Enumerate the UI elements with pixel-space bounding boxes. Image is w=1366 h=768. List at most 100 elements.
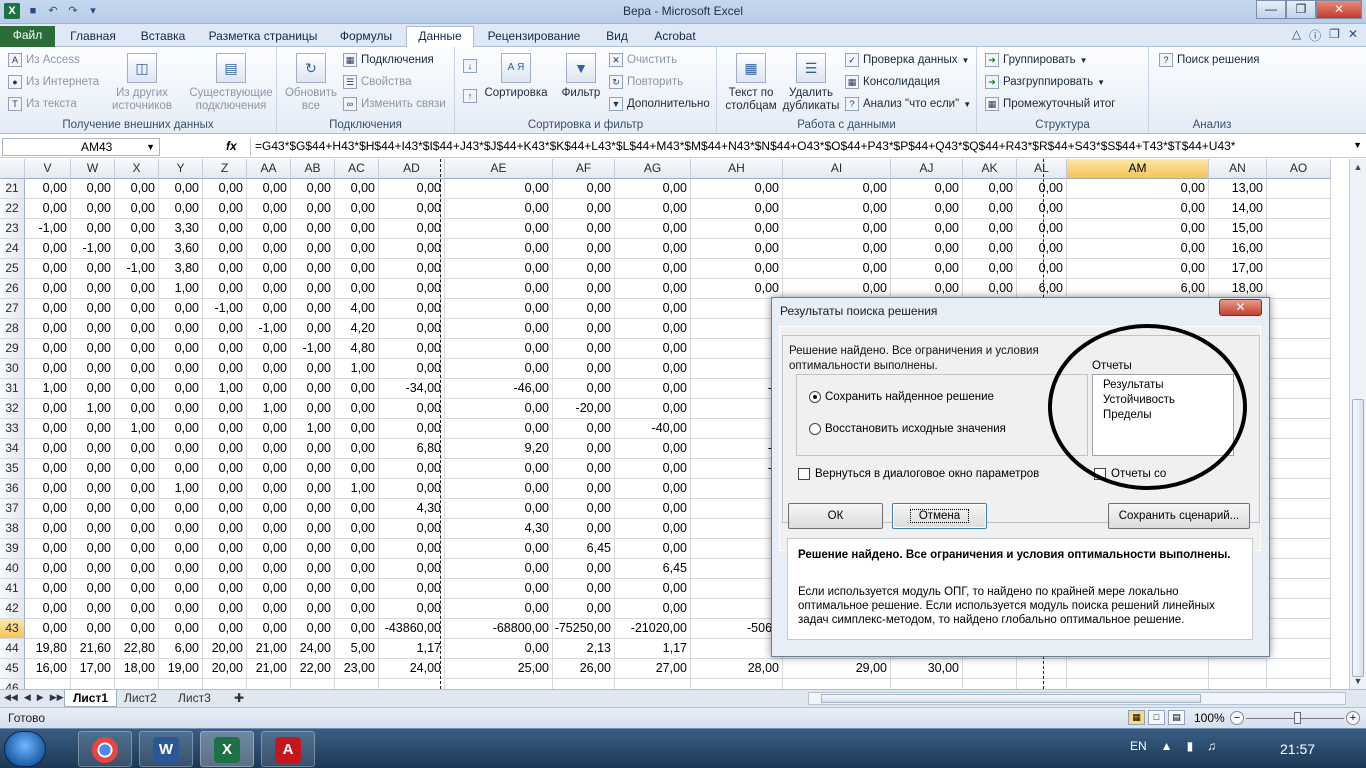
row-header[interactable]: 25 — [0, 259, 25, 279]
cell[interactable]: 20,00 — [203, 659, 247, 679]
cell[interactable]: -75250,00 — [553, 619, 615, 639]
cell[interactable]: 0,00 — [335, 499, 379, 519]
cell[interactable]: 0,00 — [445, 459, 553, 479]
cell[interactable]: 0,00 — [615, 459, 691, 479]
cell[interactable]: 0,00 — [553, 479, 615, 499]
reports-list[interactable]: Результаты Устойчивость Пределы — [1092, 374, 1234, 456]
cell[interactable]: 0,00 — [615, 479, 691, 499]
cell[interactable]: 0,00 — [445, 279, 553, 299]
cell[interactable]: 0,00 — [691, 179, 783, 199]
cell[interactable]: 0,00 — [247, 279, 291, 299]
cell[interactable]: 0,00 — [115, 219, 159, 239]
cell[interactable]: 0,00 — [379, 479, 445, 499]
cell[interactable] — [379, 679, 445, 689]
cell[interactable]: 0,00 — [553, 579, 615, 599]
column-header[interactable]: AB — [291, 159, 335, 179]
cell[interactable]: 0,00 — [247, 259, 291, 279]
cell[interactable]: -1,00 — [291, 339, 335, 359]
cell[interactable]: 0,00 — [247, 439, 291, 459]
cell[interactable] — [1267, 319, 1331, 339]
sort-za-button[interactable]: ↑ — [463, 89, 477, 103]
normal-view-icon[interactable]: ▦ — [1128, 710, 1145, 725]
cell[interactable] — [1267, 539, 1331, 559]
cell[interactable] — [1267, 279, 1331, 299]
cell[interactable]: 0,00 — [71, 339, 115, 359]
cell[interactable]: 0,00 — [335, 599, 379, 619]
cell[interactable]: 0,00 — [379, 359, 445, 379]
row-header[interactable]: 40 — [0, 559, 25, 579]
cell[interactable]: 0,00 — [335, 579, 379, 599]
cell[interactable]: 0,00 — [783, 199, 891, 219]
cell[interactable]: 0,00 — [115, 579, 159, 599]
cell[interactable]: 0,00 — [379, 399, 445, 419]
cell[interactable]: 1,00 — [335, 479, 379, 499]
cell[interactable]: 6,45 — [553, 539, 615, 559]
cell[interactable]: 0,00 — [553, 499, 615, 519]
taskbar-word[interactable]: W — [139, 731, 193, 767]
cell[interactable]: 4,30 — [379, 499, 445, 519]
cell[interactable]: 17,00 — [71, 659, 115, 679]
cell[interactable]: 0,00 — [379, 179, 445, 199]
cell[interactable]: 0,00 — [615, 199, 691, 219]
cell[interactable]: 0,00 — [71, 539, 115, 559]
cell[interactable]: -1 — [691, 459, 783, 479]
scroll-thumb[interactable] — [821, 694, 1201, 703]
cell[interactable]: 0,00 — [379, 239, 445, 259]
cell[interactable]: 0,00 — [291, 219, 335, 239]
column-header[interactable]: AF — [553, 159, 615, 179]
taskbar-excel[interactable]: X — [200, 731, 254, 767]
cell[interactable]: 0,00 — [291, 359, 335, 379]
cell[interactable]: 0,00 — [71, 479, 115, 499]
tab-data[interactable]: Данные — [406, 26, 474, 47]
name-box[interactable]: AM43 ▼ — [2, 138, 160, 156]
cell[interactable]: 16,00 — [25, 659, 71, 679]
cell[interactable]: 0,00 — [891, 179, 963, 199]
cell[interactable]: 0,00 — [25, 399, 71, 419]
cell[interactable]: 0,00 — [445, 239, 553, 259]
cell[interactable]: 6,00 — [1067, 279, 1209, 299]
cell[interactable]: 0,00 — [615, 299, 691, 319]
row-header[interactable]: 22 — [0, 199, 25, 219]
cell[interactable]: 0,00 — [71, 459, 115, 479]
cell[interactable]: 0,00 — [25, 459, 71, 479]
cell[interactable] — [691, 639, 783, 659]
cell[interactable]: 0,00 — [159, 299, 203, 319]
column-header[interactable]: Z — [203, 159, 247, 179]
row-header[interactable]: 42 — [0, 599, 25, 619]
cell[interactable]: -1,00 — [203, 299, 247, 319]
cell[interactable]: 0,00 — [247, 359, 291, 379]
cell[interactable]: 0,00 — [553, 599, 615, 619]
cell[interactable]: 0,00 — [115, 239, 159, 259]
cell[interactable]: 0,00 — [159, 199, 203, 219]
column-header[interactable]: AC — [335, 159, 379, 179]
cell[interactable]: 0,00 — [115, 199, 159, 219]
cell[interactable]: 0,00 — [71, 199, 115, 219]
sheet-tab-2[interactable]: Лист2 — [116, 690, 165, 707]
zoom-knob[interactable] — [1294, 712, 1301, 724]
cell[interactable]: 0,00 — [1017, 259, 1067, 279]
cell[interactable]: 0,00 — [247, 579, 291, 599]
refresh-all-button[interactable]: ↻ Обновить все — [281, 53, 341, 113]
cell[interactable]: 0,00 — [379, 279, 445, 299]
cell[interactable]: 0,00 — [247, 459, 291, 479]
cell[interactable]: 0,00 — [71, 179, 115, 199]
return-to-dialog-checkbox[interactable]: Вернуться в диалоговое окно параметров — [798, 468, 1039, 480]
cell[interactable]: 0,00 — [159, 459, 203, 479]
cell[interactable]: 0,00 — [71, 379, 115, 399]
tab-acrobat[interactable]: Acrobat — [644, 27, 706, 47]
cell[interactable]: 0,00 — [379, 299, 445, 319]
cell[interactable]: 0,00 — [891, 279, 963, 299]
cell[interactable]: 0,00 — [445, 399, 553, 419]
cell[interactable]: 9,20 — [445, 439, 553, 459]
cell[interactable] — [891, 679, 963, 689]
clock[interactable]: 21:57 — [1280, 741, 1315, 757]
cell[interactable]: 0,00 — [691, 279, 783, 299]
cell[interactable]: 0,00 — [335, 439, 379, 459]
formula-input[interactable]: =G43*$G$44+H43*$H$44+I43*$I$44+J43*$J$44… — [250, 138, 1344, 156]
cell[interactable]: 0,00 — [291, 179, 335, 199]
new-sheet-icon[interactable]: ✚ — [226, 690, 252, 707]
cell[interactable] — [691, 359, 783, 379]
from-web-button[interactable]: ● Из Интернета — [8, 75, 99, 89]
cell[interactable]: 0,00 — [25, 519, 71, 539]
cell[interactable]: 1,17 — [379, 639, 445, 659]
